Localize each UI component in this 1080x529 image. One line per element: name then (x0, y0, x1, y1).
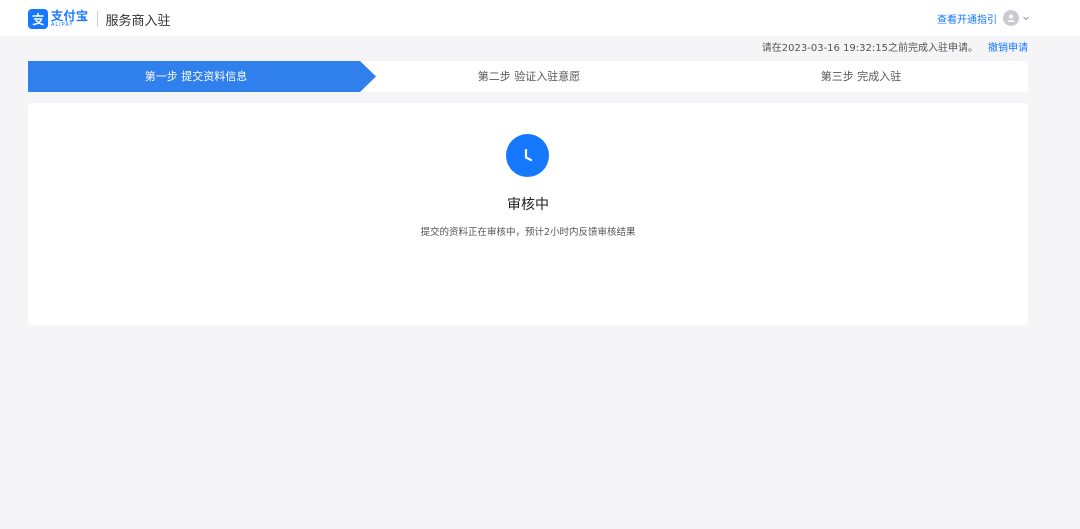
product-name: 服务商入驻 (105, 13, 171, 29)
clock-icon (506, 134, 549, 177)
status-description: 提交的资料正在审核中，预计2小时内反馈审核结果 (420, 227, 636, 238)
deadline-notice: 请在2023-03-16 19:32:15之前完成入驻申请。 撤销申请 (761, 39, 1028, 54)
view-guide-link[interactable]: 查看开通指引 (937, 11, 997, 26)
alipay-logo-icon (28, 9, 48, 29)
user-area: 查看开通指引 (937, 9, 1030, 27)
logo-cn-text: 支付宝 (51, 9, 89, 23)
logo-en-text: ALIPAY (51, 22, 74, 28)
user-icon (1007, 14, 1015, 22)
top-bar: 支付宝 ALIPAY 服务商入驻 查看开通指引 (0, 0, 1080, 36)
step-3: 第三步 完成入驻 (820, 70, 902, 83)
chevron-down-icon[interactable] (1022, 14, 1030, 22)
status-card: 审核中 提交的资料正在审核中，预计2小时内反馈审核结果 (28, 103, 1028, 325)
step-2: 第二步 验证入驻意愿 (477, 70, 581, 83)
status-title: 审核中 (507, 197, 549, 213)
deadline-text: 请在2023-03-16 19:32:15之前完成入驻申请。 (761, 42, 978, 54)
revoke-application-link[interactable]: 撤销申请 (988, 39, 1028, 54)
alipay-logo[interactable]: 支付宝 ALIPAY 服务商入驻 (28, 8, 171, 30)
logo-divider (96, 11, 98, 27)
avatar[interactable] (1003, 10, 1019, 26)
step-1: 第一步 提交资料信息 (144, 70, 248, 83)
progress-steps: 第一步 提交资料信息 第二步 验证入驻意愿 第三步 完成入驻 (28, 61, 1028, 92)
